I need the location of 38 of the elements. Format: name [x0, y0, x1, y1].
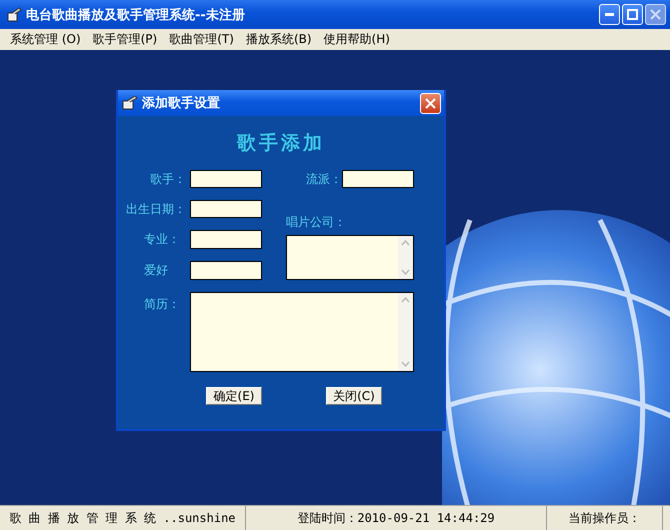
app-icon [122, 96, 138, 110]
maximize-icon [627, 9, 638, 20]
field-label: 专业： [143, 231, 181, 248]
menu-item[interactable]: 使用帮助(H) [318, 31, 396, 48]
major-field[interactable] [190, 230, 262, 249]
scrollbar[interactable] [398, 236, 413, 279]
company-field[interactable] [286, 235, 414, 280]
dialog-title: 添加歌手设置 [142, 94, 221, 112]
singer-field[interactable] [190, 170, 262, 188]
status-text: 登陆时间：2010-09-21 14:44:29 [246, 506, 547, 530]
field-label: 出生日期： [126, 200, 187, 218]
birth-date-field[interactable] [190, 200, 262, 218]
hobby-field[interactable] [190, 261, 262, 280]
scrollbar[interactable] [398, 293, 413, 371]
minimize-button[interactable] [599, 4, 620, 25]
status-text: 当前操作员： [547, 506, 663, 530]
status-text: 歌 曲 播 放 管 理 系 统 ..sunshine [0, 506, 246, 530]
field-label: 唱片公司： [286, 214, 347, 231]
menu-item[interactable]: 歌手管理(P) [86, 31, 164, 48]
field-label: 歌手： [150, 170, 187, 188]
window-title: 电台歌曲播放及歌手管理系统--未注册 [26, 6, 246, 24]
close-icon [650, 9, 661, 20]
close-button[interactable] [420, 92, 441, 114]
field-label: 简历： [143, 296, 181, 313]
maximize-button[interactable] [622, 4, 643, 25]
resume-field[interactable] [190, 292, 414, 372]
genre-field[interactable] [342, 170, 414, 188]
menu-item[interactable]: 歌曲管理(T) [163, 31, 240, 48]
form-heading: 歌手添加 [236, 131, 326, 156]
minimize-icon [605, 13, 614, 16]
field-label: 流派： [305, 170, 342, 188]
field-label: 爱好 [143, 262, 169, 279]
close-button[interactable]: 关闭(C) [326, 387, 382, 405]
menu-item[interactable]: 播放系统(B) [240, 31, 318, 48]
app-icon [6, 6, 22, 22]
confirm-button[interactable]: 确定(E) [206, 387, 262, 405]
menu-item[interactable]: 系统管理 (O) [4, 31, 87, 48]
close-icon [425, 98, 436, 108]
